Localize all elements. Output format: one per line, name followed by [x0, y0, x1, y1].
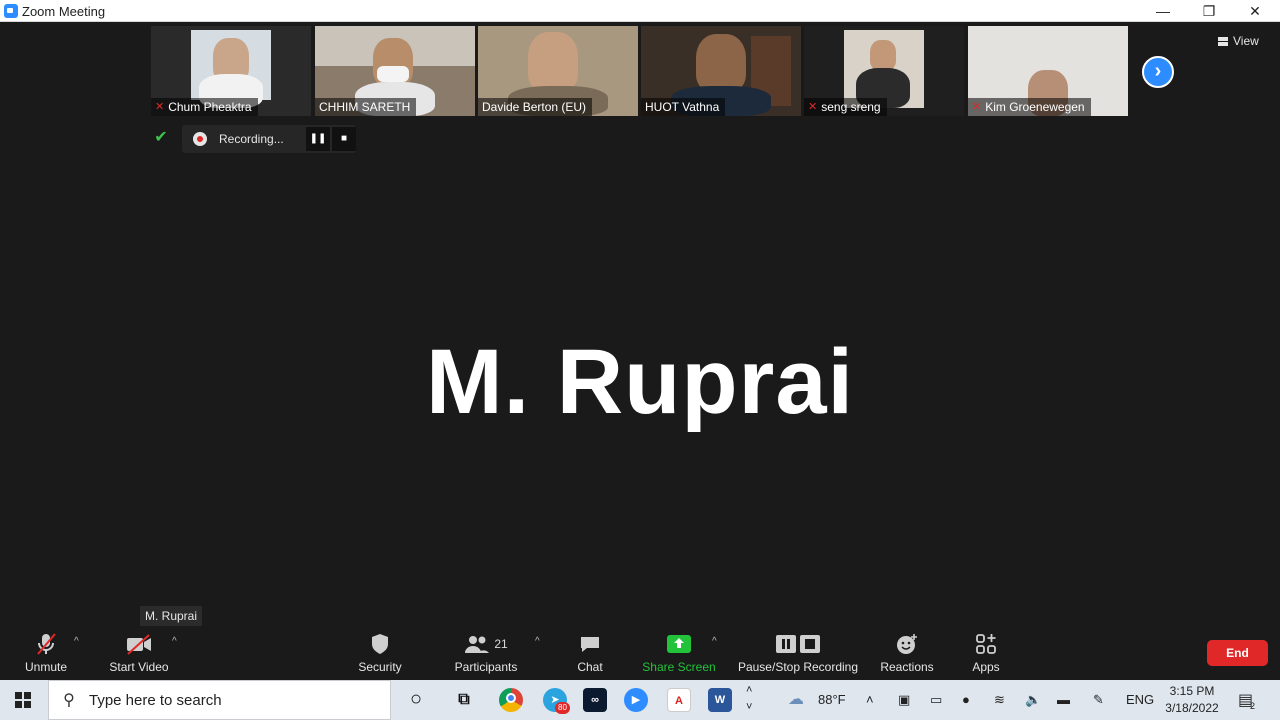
participant-tile-kim-groenewegen[interactable]: ✕ Kim Groenewegen	[968, 26, 1128, 116]
participants-options-caret[interactable]: ^	[535, 636, 540, 647]
reactions-smiley-icon	[897, 634, 917, 654]
hidden-icons-chevron-icon[interactable]: ˄	[866, 692, 874, 707]
zoom-window: Zoom Meeting — ❐ ✕ ✕ Chum Pheaktra CHHIM …	[0, 0, 1280, 720]
share-options-caret[interactable]: ^	[712, 636, 717, 647]
chat-icon	[581, 637, 599, 652]
encryption-shield-icon[interactable]: ✔	[151, 128, 171, 148]
shield-icon	[372, 634, 388, 654]
muted-mic-icon: ✕	[972, 101, 982, 113]
participant-tile-chhim-sareth[interactable]: CHHIM SARETH	[315, 26, 475, 116]
participants-count: 21	[494, 637, 508, 651]
reactions-button[interactable]: Reactions	[876, 630, 938, 678]
gallery-view-icon	[1218, 36, 1228, 46]
participant-name-label: ✕ Kim Groenewegen	[968, 98, 1091, 116]
taskbar-search-box[interactable]: ⚲ Type here to search	[48, 680, 391, 720]
clock-time: 3:15 PM	[1169, 684, 1215, 698]
audio-options-caret[interactable]: ^	[74, 636, 79, 647]
pause-stop-icon	[776, 635, 820, 653]
active-speaker-name: M. Ruprai	[425, 331, 855, 433]
participant-name-label: ✕ seng sreng	[804, 98, 887, 116]
unmute-button[interactable]: Unmute	[18, 630, 74, 678]
participant-tile-seng-sreng[interactable]: ✕ seng sreng	[804, 26, 964, 116]
participants-label: Participants	[454, 660, 518, 674]
language-indicator[interactable]: ENG	[1126, 692, 1154, 707]
participant-tile-davide-berton[interactable]: Davide Berton (EU)	[478, 26, 638, 116]
share-screen-icon	[667, 635, 691, 653]
view-label: View	[1233, 34, 1259, 48]
apps-label: Apps	[972, 660, 1000, 674]
security-label: Security	[358, 660, 402, 674]
search-icon: ⚲	[63, 692, 75, 709]
volume-icon[interactable]: 🔈	[1025, 692, 1041, 708]
share-screen-label: Share Screen	[642, 660, 716, 674]
video-off-icon	[127, 634, 151, 655]
next-page-button[interactable]: ›	[1142, 56, 1174, 88]
start-video-button[interactable]: Start Video	[102, 630, 176, 678]
restore-button[interactable]: ❐	[1186, 0, 1232, 22]
zoom-logo-icon	[4, 4, 18, 18]
participant-name-label: HUOT Vathna	[641, 98, 726, 116]
pause-stop-recording-button[interactable]: Pause/Stop Recording	[734, 630, 862, 678]
participants-button[interactable]: 21 Participants	[448, 630, 524, 678]
apps-button[interactable]: Apps	[962, 630, 1010, 678]
reactions-label: Reactions	[880, 660, 934, 674]
acrobat-icon[interactable]: A	[667, 688, 691, 712]
weather-temp[interactable]: 88°F	[818, 692, 846, 707]
clock-date: 3/18/2022	[1165, 701, 1219, 715]
meet-now-icon[interactable]: ▣	[898, 692, 910, 708]
weather-icon: ☁	[788, 691, 804, 708]
zoom-taskbar-icon[interactable]: ▶	[624, 688, 648, 712]
pause-recording-button[interactable]: ❚❚	[306, 127, 330, 151]
webex-icon[interactable]: ∞	[583, 688, 607, 712]
telegram-badge: 80	[555, 702, 570, 714]
muted-mic-icon: ✕	[155, 101, 165, 113]
participant-name-label: CHHIM SARETH	[315, 98, 417, 116]
task-view-icon[interactable]: ⧉	[452, 688, 476, 712]
muted-mic-icon	[37, 633, 56, 655]
stop-recording-button[interactable]: ■	[332, 127, 356, 151]
chat-label: Chat	[577, 660, 603, 674]
cortana-icon[interactable]: ○	[404, 688, 428, 712]
unmute-label: Unmute	[24, 660, 68, 674]
window-title: Zoom Meeting	[22, 4, 106, 19]
chrome-icon[interactable]	[499, 688, 523, 712]
battery-icon[interactable]: ▬	[1057, 692, 1070, 707]
view-button[interactable]: View	[1218, 31, 1270, 51]
muted-mic-icon: ✕	[808, 101, 818, 113]
search-placeholder: Type here to search	[89, 691, 222, 709]
display-icon[interactable]: ▭	[930, 692, 942, 708]
notification-count: 2	[1250, 701, 1256, 711]
pen-icon[interactable]: ✎	[1093, 692, 1104, 708]
participant-name-label: Davide Berton (EU)	[478, 98, 593, 116]
security-button[interactable]: Security	[350, 630, 410, 678]
apps-icon	[976, 634, 996, 654]
share-screen-button[interactable]: Share Screen	[640, 630, 718, 678]
participant-tile-huot-vathna[interactable]: HUOT Vathna	[641, 26, 801, 116]
windows-logo-icon	[15, 692, 31, 708]
participant-tile-chum-pheaktra[interactable]: ✕ Chum Pheaktra	[151, 26, 311, 116]
taskbar-scroll-arrows-icon[interactable]: ˄ ˅	[746, 682, 752, 716]
minimize-button[interactable]: —	[1140, 0, 1186, 22]
word-icon[interactable]: W	[708, 688, 732, 712]
taskbar-clock[interactable]: 3:15 PM 3/18/2022	[1158, 683, 1226, 717]
participants-icon	[465, 636, 490, 653]
chevron-right-icon: ›	[1154, 60, 1162, 82]
windows-taskbar: ⚲ Type here to search ○ ⧉ ➤ 80 ∞ ▶ A W ˄…	[0, 680, 1280, 720]
recording-status-text: Recording...	[219, 132, 284, 146]
recording-dot-icon	[193, 132, 207, 146]
recording-indicator: Recording... ❚❚ ■	[182, 125, 356, 153]
start-button[interactable]	[0, 680, 46, 720]
end-meeting-button[interactable]: End	[1207, 640, 1268, 666]
title-bar: Zoom Meeting — ❐ ✕	[0, 0, 1280, 22]
participant-name-label: ✕ Chum Pheaktra	[151, 98, 258, 116]
close-button[interactable]: ✕	[1232, 0, 1278, 22]
pause-stop-recording-label: Pause/Stop Recording	[737, 660, 859, 674]
chat-button[interactable]: Chat	[568, 630, 612, 678]
self-name-tooltip: M. Ruprai	[140, 606, 203, 626]
wifi-icon[interactable]: ≋	[994, 692, 1005, 708]
microphone-icon[interactable]: ●	[962, 692, 970, 707]
start-video-label: Start Video	[109, 660, 169, 674]
video-options-caret[interactable]: ^	[172, 636, 177, 647]
